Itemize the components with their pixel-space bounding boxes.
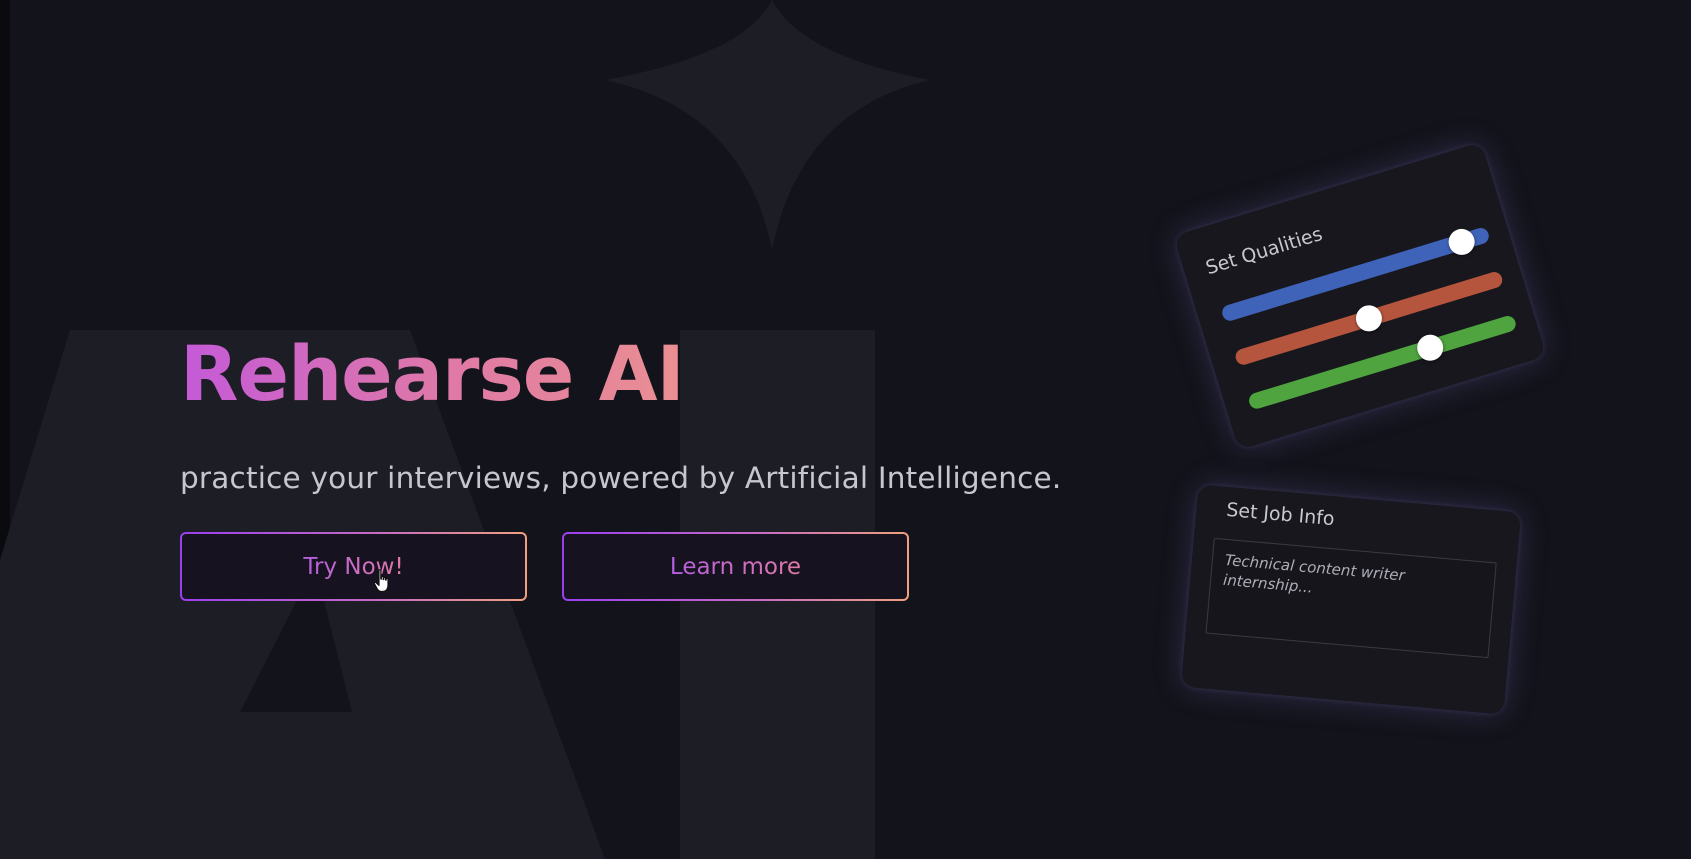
hero-subtitle: practice your interviews, powered by Art… [180,461,1062,495]
hand-pointer-icon [373,569,389,593]
learn-more-button[interactable]: Learn more [562,532,909,601]
quality-slider-1-thumb[interactable] [1445,225,1479,259]
quality-slider-2-thumb[interactable] [1352,302,1386,335]
quality-slider-3-thumb[interactable] [1413,331,1447,364]
set-job-info-title: Set Job Info [1225,498,1336,531]
set-qualities-title: Set Qualities [1203,222,1326,280]
job-info-input[interactable]: Technical content writer internship... [1205,537,1497,659]
set-job-info-card: Set Job Info Technical content writer in… [1180,484,1522,715]
quality-slider-2[interactable] [1233,270,1505,367]
try-now-button[interactable]: Try Now! [180,532,527,601]
background-ai-artwork [0,0,930,859]
sparkle-star-icon [605,0,930,250]
landing-page: Rehearse AI practice your interviews, po… [0,0,1691,859]
learn-more-button-label: Learn more [669,553,802,580]
hero-title: Rehearse AI [180,326,685,422]
